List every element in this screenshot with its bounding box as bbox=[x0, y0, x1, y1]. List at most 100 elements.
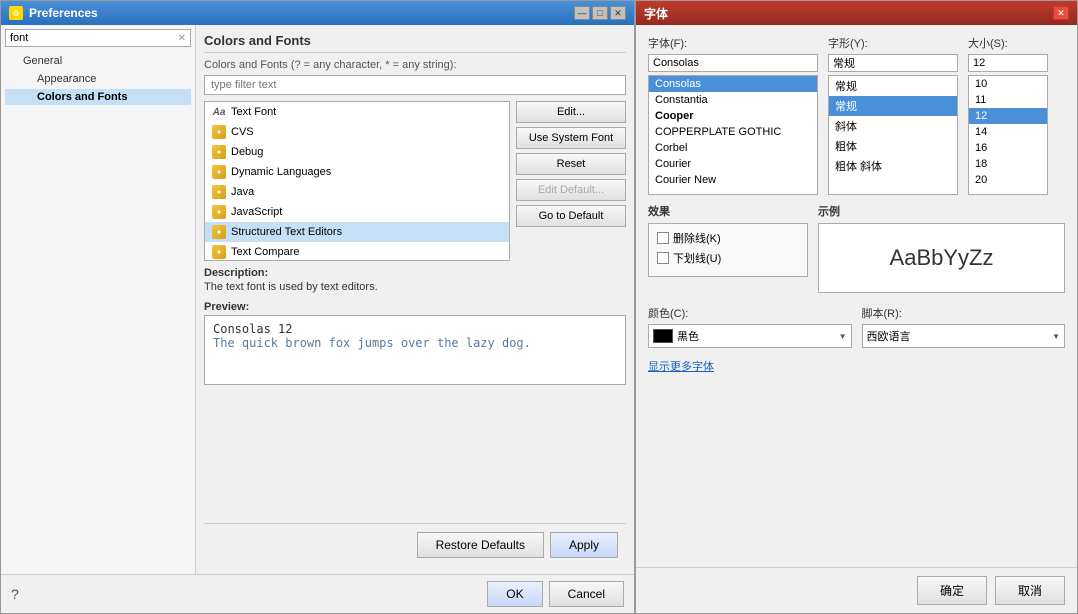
tree-item-structured-text[interactable]: ● Structured Text Editors bbox=[205, 222, 509, 242]
style-list-item-italic[interactable]: 斜体 bbox=[829, 116, 957, 136]
help-icon[interactable]: ? bbox=[11, 586, 19, 602]
tree-item-text-font[interactable]: Aa Text Font bbox=[205, 102, 509, 122]
color-script-row: 颜色(C): 黑色 ▼ 脚本(R): 西欧语言 ▼ bbox=[648, 305, 1065, 348]
list-and-buttons: Aa Text Font ● CVS ● Debug ● Dynamic Lan… bbox=[204, 101, 626, 261]
font-list-item-courier-new[interactable]: Courier New bbox=[649, 172, 817, 188]
size-18[interactable]: 18 bbox=[969, 156, 1047, 172]
title-bar-left: ⚙ Preferences bbox=[9, 6, 98, 20]
script-column: 脚本(R): 西欧语言 ▼ bbox=[862, 305, 1066, 348]
go-to-default-button[interactable]: Go to Default bbox=[516, 205, 626, 227]
minimize-button[interactable]: — bbox=[574, 6, 590, 20]
preview-line1: Consolas 12 bbox=[213, 322, 617, 336]
cvs-icon: ● bbox=[211, 124, 227, 140]
style-column: 字形(Y): 常规 常规 斜体 粗体 粗体 斜体 bbox=[828, 35, 958, 195]
cancel-button[interactable]: Cancel bbox=[549, 581, 624, 607]
script-selector[interactable]: 西欧语言 ▼ bbox=[862, 324, 1066, 348]
debug-icon: ● bbox=[211, 144, 227, 160]
style-list-item-regular[interactable]: 常规 bbox=[829, 76, 957, 96]
restore-defaults-button[interactable]: Restore Defaults bbox=[417, 532, 544, 558]
text-compare-icon: ● bbox=[211, 244, 227, 260]
tree-item-cvs[interactable]: ● CVS bbox=[205, 122, 509, 142]
font-cancel-button[interactable]: 取消 bbox=[995, 576, 1065, 605]
size-10[interactable]: 10 bbox=[969, 76, 1047, 92]
underline-label: 下划线(U) bbox=[673, 250, 721, 266]
font-dialog-title: 字体 bbox=[644, 5, 668, 22]
size-label: 大小(S): bbox=[968, 35, 1048, 51]
sidebar-item-general[interactable]: General bbox=[5, 53, 191, 69]
color-selector[interactable]: 黑色 ▼ bbox=[648, 324, 852, 348]
title-bar-controls: — □ ✕ bbox=[574, 6, 626, 20]
style-list[interactable]: 常规 常规 斜体 粗体 粗体 斜体 bbox=[828, 75, 958, 195]
tree-item-dynamic-languages[interactable]: ● Dynamic Languages bbox=[205, 162, 509, 182]
reset-button[interactable]: Reset bbox=[516, 153, 626, 175]
preferences-title-bar: ⚙ Preferences — □ ✕ bbox=[1, 1, 634, 25]
apply-button[interactable]: Apply bbox=[550, 532, 618, 558]
font-dialog: 字体 ✕ 字体(F): Consolas Constantia Cooper C… bbox=[635, 0, 1078, 614]
color-text: 黑色 bbox=[677, 328, 839, 344]
filter-input[interactable] bbox=[204, 75, 626, 95]
search-box[interactable]: ✕ bbox=[5, 29, 191, 47]
show-more-fonts-link[interactable]: 显示更多字体 bbox=[648, 358, 1065, 374]
size-12[interactable]: 12 bbox=[969, 108, 1047, 124]
font-dialog-footer: 确定 取消 bbox=[636, 567, 1077, 613]
underline-checkbox[interactable] bbox=[657, 252, 669, 264]
size-input[interactable] bbox=[968, 54, 1048, 72]
search-clear-icon[interactable]: ✕ bbox=[178, 33, 186, 44]
size-16[interactable]: 16 bbox=[969, 140, 1047, 156]
color-column: 颜色(C): 黑色 ▼ bbox=[648, 305, 852, 348]
underline-row: 下划线(U) bbox=[657, 250, 799, 266]
sample-section: 示例 AaBbYyZz bbox=[818, 203, 1065, 293]
maximize-button[interactable]: □ bbox=[592, 6, 608, 20]
font-list-item-constantia[interactable]: Constantia bbox=[649, 92, 817, 108]
tree-list[interactable]: Aa Text Font ● CVS ● Debug ● Dynamic Lan… bbox=[204, 101, 510, 261]
font-content: 字体(F): Consolas Constantia Cooper COPPER… bbox=[636, 25, 1077, 567]
style-label: 字形(Y): bbox=[828, 35, 958, 51]
style-input[interactable] bbox=[828, 54, 958, 72]
font-name-input[interactable] bbox=[648, 54, 818, 72]
search-input[interactable] bbox=[10, 32, 178, 44]
size-list[interactable]: 10 11 12 14 16 18 20 bbox=[968, 75, 1048, 195]
tree-item-text-compare[interactable]: ● Text Compare bbox=[205, 242, 509, 261]
sidebar-item-appearance[interactable]: Appearance bbox=[5, 71, 191, 87]
preferences-panel: ⚙ Preferences — □ ✕ ✕ General Appearance… bbox=[0, 0, 635, 614]
style-list-item-bold[interactable]: 粗体 bbox=[829, 136, 957, 156]
sample-label: 示例 bbox=[818, 203, 1065, 219]
style-list-item-selected[interactable]: 常规 bbox=[829, 96, 957, 116]
strikethrough-checkbox[interactable] bbox=[657, 232, 669, 244]
font-row2: 效果 删除线(K) 下划线(U) 示例 AaBbYyZz bbox=[648, 203, 1065, 293]
close-button[interactable]: ✕ bbox=[610, 6, 626, 20]
sample-preview: AaBbYyZz bbox=[818, 223, 1065, 293]
color-label: 颜色(C): bbox=[648, 305, 852, 321]
script-dropdown-arrow: ▼ bbox=[1052, 332, 1060, 341]
javascript-icon: ● bbox=[211, 204, 227, 220]
use-system-font-button[interactable]: Use System Font bbox=[516, 127, 626, 149]
tree-item-javascript[interactable]: ● JavaScript bbox=[205, 202, 509, 222]
tree-item-java[interactable]: ● Java bbox=[205, 182, 509, 202]
font-label: 字体(F): bbox=[648, 35, 818, 51]
font-list[interactable]: Consolas Constantia Cooper COPPERPLATE G… bbox=[648, 75, 818, 195]
sidebar-item-colors-fonts[interactable]: Colors and Fonts bbox=[5, 89, 191, 105]
font-list-item-cooper[interactable]: Cooper bbox=[649, 108, 817, 124]
size-14[interactable]: 14 bbox=[969, 124, 1047, 140]
font-dialog-close-button[interactable]: ✕ bbox=[1053, 6, 1069, 20]
java-icon: ● bbox=[211, 184, 227, 200]
font-list-item-corbel[interactable]: Corbel bbox=[649, 140, 817, 156]
font-list-item-courier[interactable]: Courier bbox=[649, 156, 817, 172]
font-list-item-consolas[interactable]: Consolas bbox=[649, 76, 817, 92]
text-font-icon: Aa bbox=[211, 104, 227, 120]
preferences-footer: Restore Defaults Apply bbox=[204, 523, 626, 566]
edit-button[interactable]: Edit... bbox=[516, 101, 626, 123]
ok-button[interactable]: OK bbox=[487, 581, 542, 607]
edit-default-button[interactable]: Edit Default... bbox=[516, 179, 626, 201]
font-ok-button[interactable]: 确定 bbox=[917, 576, 987, 605]
font-list-item-copperplate[interactable]: COPPERPLATE GOTHIC bbox=[649, 124, 817, 140]
sidebar: ✕ General Appearance Colors and Fonts bbox=[1, 25, 196, 574]
section-title: Colors and Fonts bbox=[204, 33, 626, 53]
preferences-icon: ⚙ bbox=[9, 6, 23, 20]
size-column: 大小(S): 10 11 12 14 16 18 20 bbox=[968, 35, 1048, 195]
tree-item-debug[interactable]: ● Debug bbox=[205, 142, 509, 162]
size-11[interactable]: 11 bbox=[969, 92, 1047, 108]
buttons-column: Edit... Use System Font Reset Edit Defau… bbox=[516, 101, 626, 261]
size-20[interactable]: 20 bbox=[969, 172, 1047, 188]
style-list-item-bold-italic[interactable]: 粗体 斜体 bbox=[829, 156, 957, 176]
